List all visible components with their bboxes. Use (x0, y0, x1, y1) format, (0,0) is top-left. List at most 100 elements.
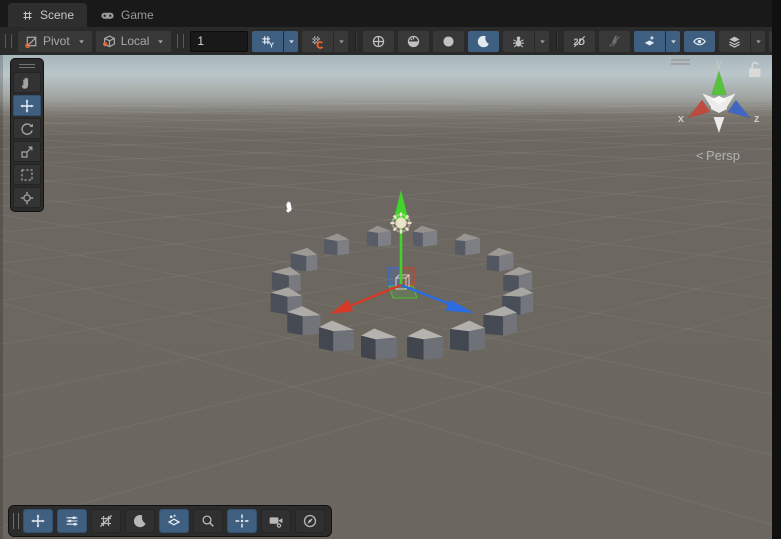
hand-icon (19, 75, 35, 91)
sphere-half-icon (406, 34, 421, 49)
camera-dot-icon (268, 513, 284, 529)
rect-tool[interactable] (13, 164, 41, 185)
crescent-icon (476, 34, 491, 49)
view-tool[interactable] (13, 72, 41, 93)
tab-scene[interactable]: Scene (8, 3, 87, 27)
shading-shaded-button[interactable] (433, 31, 464, 52)
pivot-dropdown[interactable]: Pivot (18, 31, 92, 52)
scene-lighting-button-group (468, 31, 499, 52)
overlay-effects-button-caret[interactable] (666, 31, 680, 52)
2d-slash-icon: 2D (572, 34, 587, 49)
center-pivot-icon (234, 513, 250, 529)
rotate-tool[interactable] (13, 118, 41, 139)
lightning-slash-icon (607, 34, 622, 49)
grid-off-button[interactable] (91, 509, 121, 533)
axis-y-label[interactable]: y (716, 58, 723, 70)
effects-button-caret[interactable] (535, 31, 549, 52)
pivot-dropdown-label: Pivot (43, 34, 72, 48)
tools-overlay-button[interactable] (23, 509, 53, 533)
rect-icon (19, 167, 35, 183)
shading-mode-button[interactable] (363, 31, 394, 52)
view-options-overlay (8, 505, 332, 537)
overlay-effects-button[interactable] (634, 31, 665, 52)
grid-icon (21, 9, 34, 22)
tool-palette-overlay (10, 58, 44, 212)
scene-visibility-button[interactable] (684, 31, 715, 52)
compass-icon (302, 513, 318, 529)
move-tool[interactable] (13, 95, 41, 116)
shading-mode-button-group (363, 31, 394, 52)
grid-size-input[interactable] (190, 31, 248, 52)
scale-tool[interactable] (13, 141, 41, 162)
directional-light-gizmo[interactable] (391, 213, 412, 234)
view-mode-label[interactable]: <Persp (696, 148, 740, 163)
rotate-icon (19, 121, 35, 137)
scene-visibility-button-group (684, 31, 715, 52)
scene-viewport[interactable]: y x z <Persp (0, 55, 781, 539)
layer-star-icon (642, 34, 657, 49)
grid-visibility-button-caret[interactable] (284, 31, 298, 52)
view-options-button[interactable] (57, 509, 87, 533)
caret-icon (155, 36, 166, 47)
caret-icon (286, 36, 297, 47)
layer-dot-icon (166, 513, 182, 529)
toolbar-divider (556, 33, 557, 50)
navigation-button[interactable] (295, 509, 325, 533)
grid-visibility-button[interactable]: Y (252, 31, 283, 52)
move-icon (19, 98, 35, 114)
effects-button[interactable] (503, 31, 534, 52)
toolbar-drag-handle[interactable] (5, 34, 12, 48)
snap-increment-button-group (302, 31, 348, 52)
scene-lighting-button[interactable] (468, 31, 499, 52)
layers-button-caret[interactable] (751, 31, 765, 52)
scene-toolbar: Pivot Local Y 2D (0, 27, 781, 55)
axis-z-label[interactable]: z (754, 113, 760, 125)
orientation-button[interactable] (227, 509, 257, 533)
shading-mixed-button-group (398, 31, 429, 52)
move-icon (30, 513, 46, 529)
overlays-button[interactable] (159, 509, 189, 533)
local-dropdown[interactable]: Local (96, 31, 172, 52)
tab-game[interactable]: Game (87, 3, 167, 27)
local-icon (102, 34, 117, 49)
layers-button[interactable] (719, 31, 750, 52)
caret-icon (336, 36, 347, 47)
bottombar-drag-handle[interactable] (13, 513, 19, 529)
grid-snap-icon (310, 34, 325, 49)
layers-button-group (719, 31, 765, 52)
sphere-cross-icon (371, 34, 386, 49)
scene-canvas[interactable]: y x z <Persp (0, 55, 781, 539)
sphere-fill-icon (441, 34, 456, 49)
search-button[interactable] (193, 509, 223, 533)
2d-toggle-button-group: 2D (564, 31, 595, 52)
palette-drag-handle[interactable] (13, 61, 41, 70)
plane-handle-xy[interactable] (388, 268, 401, 285)
eye-icon (692, 34, 707, 49)
2d-toggle-button[interactable]: 2D (564, 31, 595, 52)
window-edge (772, 0, 781, 539)
transform-icon (19, 190, 35, 206)
lighting-button[interactable] (125, 509, 155, 533)
gamepad-icon (100, 8, 115, 23)
crescent-icon (132, 513, 148, 529)
shading-shaded-button-group (433, 31, 464, 52)
local-dropdown-label: Local (121, 34, 152, 48)
lighting-off-button[interactable] (599, 31, 630, 52)
scene-tab-grid-icon (21, 9, 34, 22)
toolbar-divider (355, 33, 356, 50)
grid-slash-icon (98, 513, 114, 529)
snap-increment-button[interactable] (302, 31, 333, 52)
transform-tool[interactable] (13, 187, 41, 208)
toolbar-drag-handle[interactable] (177, 34, 184, 48)
shading-mixed-button[interactable] (398, 31, 429, 52)
scale-icon (19, 144, 35, 160)
tab-game-label: Game (121, 8, 154, 22)
cameras-button[interactable] (261, 509, 291, 533)
sliders-icon (64, 513, 80, 529)
svg-text:Y: Y (269, 40, 274, 49)
scene-left-edge (0, 55, 3, 539)
axis-x-label[interactable]: x (678, 113, 685, 125)
lighting-off-button-group (599, 31, 630, 52)
grid-y-icon: Y (260, 34, 275, 49)
snap-increment-button-caret[interactable] (334, 31, 348, 52)
